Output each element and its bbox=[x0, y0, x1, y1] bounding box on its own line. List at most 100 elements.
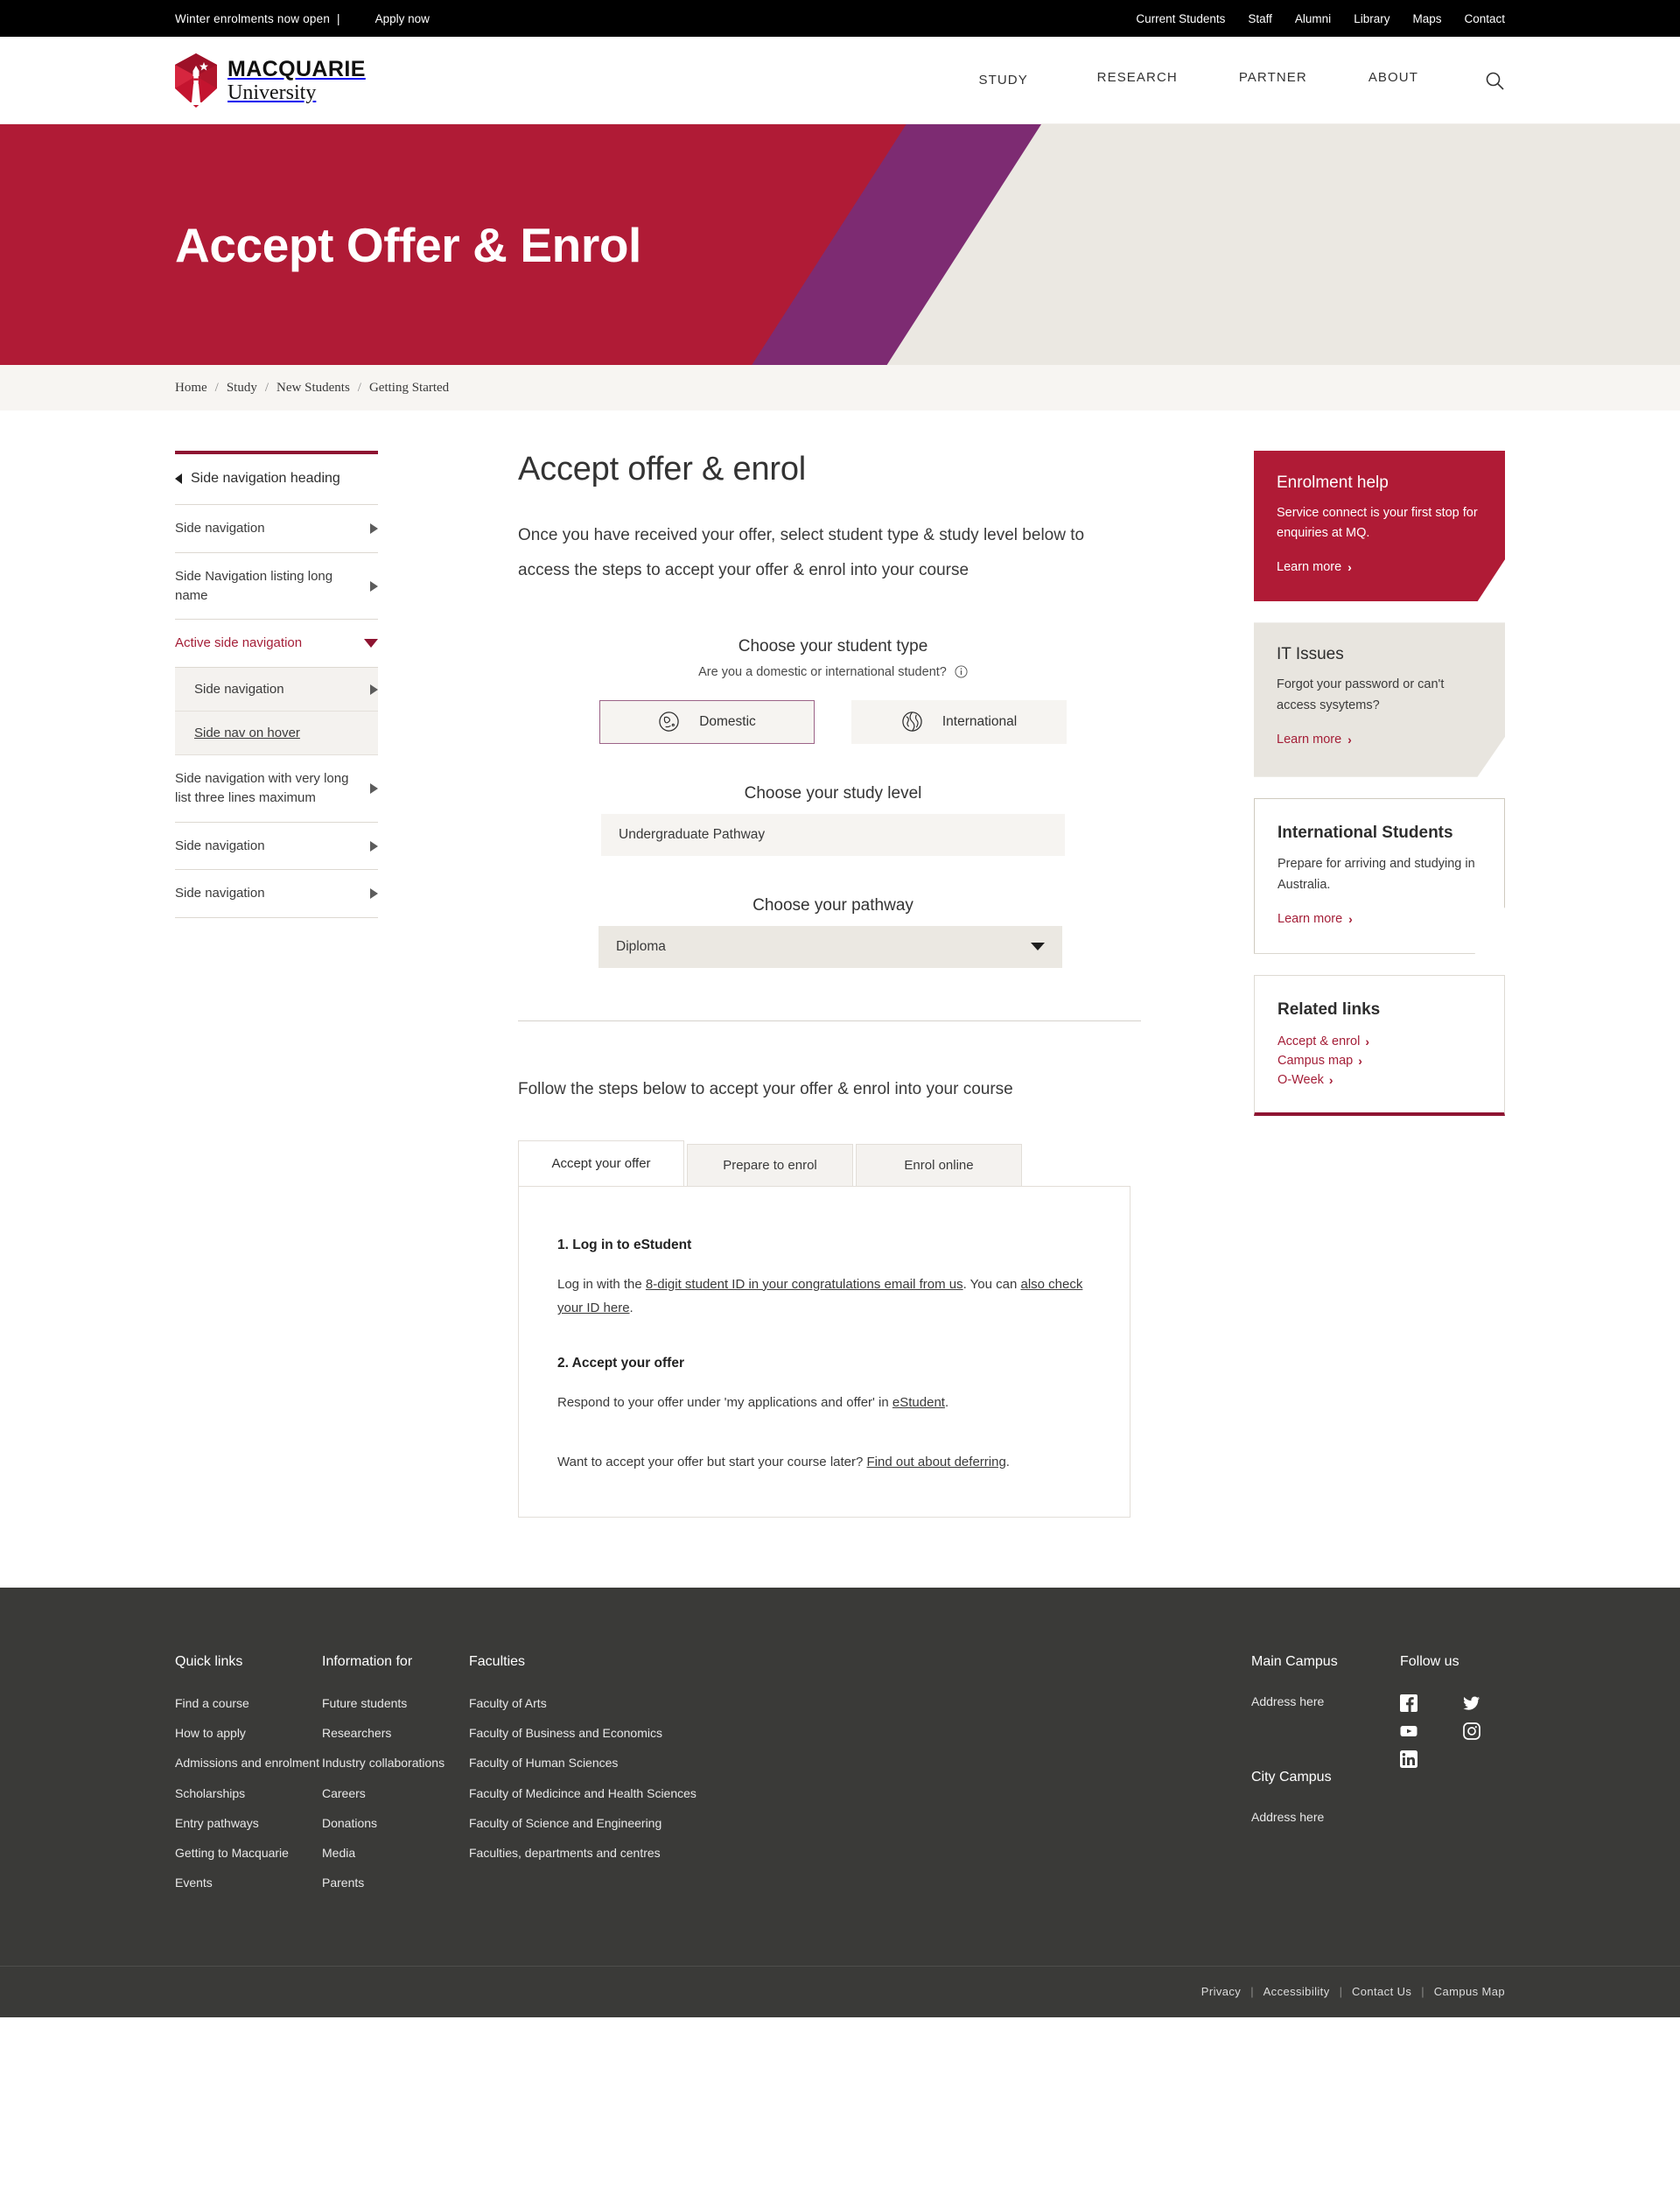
footer-link-media[interactable]: Media bbox=[322, 1844, 469, 1862]
footer-bottom-link-accessibility[interactable]: Accessibility bbox=[1264, 1985, 1330, 1998]
footer-bottom-link-contact-us[interactable]: Contact Us bbox=[1352, 1985, 1411, 1998]
apply-now-link[interactable]: Apply now bbox=[375, 12, 430, 25]
footer-link-entry-pathways[interactable]: Entry pathways bbox=[175, 1814, 322, 1832]
sidenav-item-2[interactable]: Side Navigation listing long name bbox=[175, 553, 378, 621]
breadcrumb-item-study[interactable]: Study bbox=[227, 381, 257, 396]
step-2-text-a: Respond to your offer under 'my applicat… bbox=[557, 1395, 892, 1411]
student-type-international-button[interactable]: International bbox=[851, 699, 1067, 744]
card-related-links: Related links Accept & enrol › Campus ma… bbox=[1254, 974, 1505, 1116]
instagram-icon[interactable] bbox=[1463, 1722, 1480, 1740]
footer-quick-links-title: Quick links bbox=[175, 1653, 243, 1669]
chevron-right-icon bbox=[370, 888, 378, 900]
related-link-accept-enrol[interactable]: Accept & enrol › bbox=[1278, 1032, 1481, 1051]
utility-link-contact[interactable]: Contact bbox=[1464, 12, 1505, 25]
footer-link-faculty-of-human-sciences[interactable]: Faculty of Human Sciences bbox=[469, 1754, 836, 1771]
tab-enrol-online[interactable]: Enrol online bbox=[856, 1143, 1022, 1186]
footer-bottom-link-privacy[interactable]: Privacy bbox=[1201, 1985, 1241, 1998]
sidenav-subitem-label: Side navigation bbox=[194, 682, 284, 698]
tab-prepare-to-enrol[interactable]: Prepare to enrol bbox=[687, 1143, 853, 1186]
card-it-issues-link-label: Learn more bbox=[1277, 732, 1342, 747]
card-enrolment-help-link[interactable]: Learn more › bbox=[1277, 560, 1352, 574]
tab-accept-your-offer[interactable]: Accept your offer bbox=[518, 1140, 684, 1186]
nav-item-partner[interactable]: PARTNER bbox=[1208, 70, 1338, 85]
info-icon[interactable] bbox=[955, 665, 968, 678]
card-international-students-title: International Students bbox=[1278, 823, 1453, 842]
utility-link-library[interactable]: Library bbox=[1354, 12, 1390, 25]
footer-link-faculty-of-medicine-and-health-sciences[interactable]: Faculty of Medicince and Health Sciences bbox=[469, 1785, 836, 1802]
footer-link-events[interactable]: Events bbox=[175, 1874, 322, 1891]
sidenav-subitem-hover[interactable]: Side nav on hover bbox=[175, 712, 378, 756]
related-link-label: O-Week bbox=[1278, 1072, 1324, 1087]
step-1-body: Log in with the 8-digit student ID in yo… bbox=[557, 1273, 1091, 1322]
macquarie-logo[interactable]: MACQUARIE University bbox=[175, 53, 366, 108]
sidenav-item-active[interactable]: Active side navigation bbox=[175, 620, 378, 669]
logo-line-2: University bbox=[228, 81, 317, 104]
card-it-issues-link[interactable]: Learn more › bbox=[1277, 733, 1352, 747]
chevron-right-icon: › bbox=[1365, 1034, 1369, 1048]
footer-link-industry-collaborations[interactable]: Industry collaborations bbox=[322, 1754, 469, 1771]
related-link-campus-map[interactable]: Campus map › bbox=[1278, 1051, 1481, 1070]
search-button[interactable] bbox=[1484, 70, 1505, 91]
sidenav-item-1[interactable]: Side navigation bbox=[175, 505, 378, 553]
footer-link-parents[interactable]: Parents bbox=[322, 1874, 469, 1891]
utility-links: Current Students Staff Alumni Library Ma… bbox=[1136, 12, 1505, 25]
footer-link-faculties-departments-and-centres[interactable]: Faculties, departments and centres bbox=[469, 1844, 836, 1862]
footer-bottom-separator: | bbox=[1250, 1985, 1254, 1999]
breadcrumb-item-getting-started[interactable]: Getting Started bbox=[369, 381, 449, 396]
footer-link-getting-to-macquarie[interactable]: Getting to Macquarie bbox=[175, 1844, 322, 1862]
card-it-issues: IT Issues Forgot your password or can't … bbox=[1254, 622, 1505, 777]
promo-text: Winter enrolments now open bbox=[175, 11, 331, 25]
footer-link-researchers[interactable]: Researchers bbox=[322, 1724, 469, 1742]
linkedin-icon[interactable] bbox=[1400, 1750, 1418, 1768]
breadcrumb-item-new-students[interactable]: New Students bbox=[276, 381, 350, 396]
instagram-glyph-icon bbox=[1463, 1722, 1480, 1740]
twitter-icon[interactable] bbox=[1463, 1694, 1480, 1712]
nav-item-study[interactable]: STUDY bbox=[976, 70, 1032, 90]
step-1-title: 1. Log in to eStudent bbox=[557, 1237, 692, 1252]
step-1-link-student-id[interactable]: 8-digit student ID in your congratulatio… bbox=[646, 1277, 963, 1292]
breadcrumb-item-home[interactable]: Home bbox=[175, 381, 207, 396]
student-type-domestic-button[interactable]: Domestic bbox=[599, 699, 815, 744]
step-2-link-estudent[interactable]: eStudent bbox=[892, 1395, 945, 1410]
footer-link-careers[interactable]: Careers bbox=[322, 1785, 469, 1802]
footer-column-campuses: Main Campus Address here City Campus Add… bbox=[1251, 1654, 1400, 1904]
utility-link-current-students[interactable]: Current Students bbox=[1136, 12, 1225, 25]
footer-link-how-to-apply[interactable]: How to apply bbox=[175, 1724, 322, 1742]
utility-link-staff[interactable]: Staff bbox=[1248, 12, 1272, 25]
nav-item-research[interactable]: RESEARCH bbox=[1067, 70, 1208, 85]
card-international-students-link[interactable]: Learn more › bbox=[1278, 912, 1353, 926]
footer-bottom-link-campus-map[interactable]: Campus Map bbox=[1434, 1985, 1505, 1998]
sidenav-item-label: Side navigation bbox=[175, 521, 265, 536]
step-2-link-deferring[interactable]: Find out about deferring bbox=[867, 1455, 1006, 1469]
footer-link-admissions-and-enrolment[interactable]: Admissions and enrolment bbox=[175, 1754, 322, 1771]
study-level-value[interactable]: Undergraduate Pathway bbox=[601, 813, 1065, 856]
step-1-text-b: . You can bbox=[962, 1276, 1021, 1292]
footer-link-faculty-of-science-and-engineering[interactable]: Faculty of Science and Engineering bbox=[469, 1814, 836, 1832]
globe-world-icon bbox=[902, 712, 922, 732]
sidenav-item-3[interactable]: Side navigation with very long list thre… bbox=[175, 755, 378, 823]
facebook-icon[interactable] bbox=[1400, 1694, 1418, 1712]
footer-link-faculty-of-business-and-economics[interactable]: Faculty of Business and Economics bbox=[469, 1724, 836, 1742]
sidenav-heading[interactable]: Side navigation heading bbox=[175, 454, 378, 506]
site-header: MACQUARIE University STUDY RESEARCH PART… bbox=[0, 37, 1680, 124]
footer-link-donations[interactable]: Donations bbox=[322, 1814, 469, 1832]
sidenav-item-4[interactable]: Side navigation bbox=[175, 823, 378, 871]
footer-link-future-students[interactable]: Future students bbox=[322, 1694, 469, 1712]
utility-link-maps[interactable]: Maps bbox=[1412, 12, 1441, 25]
footer-bottom-bar: Privacy | Accessibility | Contact Us | C… bbox=[0, 1965, 1680, 2017]
footer-city-campus-address: Address here bbox=[1251, 1809, 1325, 1824]
utility-link-alumni[interactable]: Alumni bbox=[1295, 12, 1331, 25]
breadcrumb-separator: / bbox=[264, 380, 270, 395]
footer-link-scholarships[interactable]: Scholarships bbox=[175, 1785, 322, 1802]
pathway-dropdown[interactable]: Diploma bbox=[598, 925, 1062, 968]
chevron-right-icon bbox=[370, 523, 378, 535]
nav-item-about[interactable]: ABOUT bbox=[1338, 70, 1449, 85]
footer-link-faculty-of-arts[interactable]: Faculty of Arts bbox=[469, 1694, 836, 1712]
youtube-icon[interactable] bbox=[1400, 1722, 1418, 1740]
main-nav: STUDY RESEARCH PARTNER ABOUT bbox=[969, 70, 1505, 91]
footer-link-find-a-course[interactable]: Find a course bbox=[175, 1694, 322, 1712]
sidenav-subitem-1[interactable]: Side navigation bbox=[175, 668, 378, 712]
sidenav-item-5[interactable]: Side navigation bbox=[175, 870, 378, 919]
card-international-students-body: Prepare for arriving and studying in Aus… bbox=[1278, 857, 1475, 892]
related-link-o-week[interactable]: O-Week › bbox=[1278, 1070, 1481, 1090]
